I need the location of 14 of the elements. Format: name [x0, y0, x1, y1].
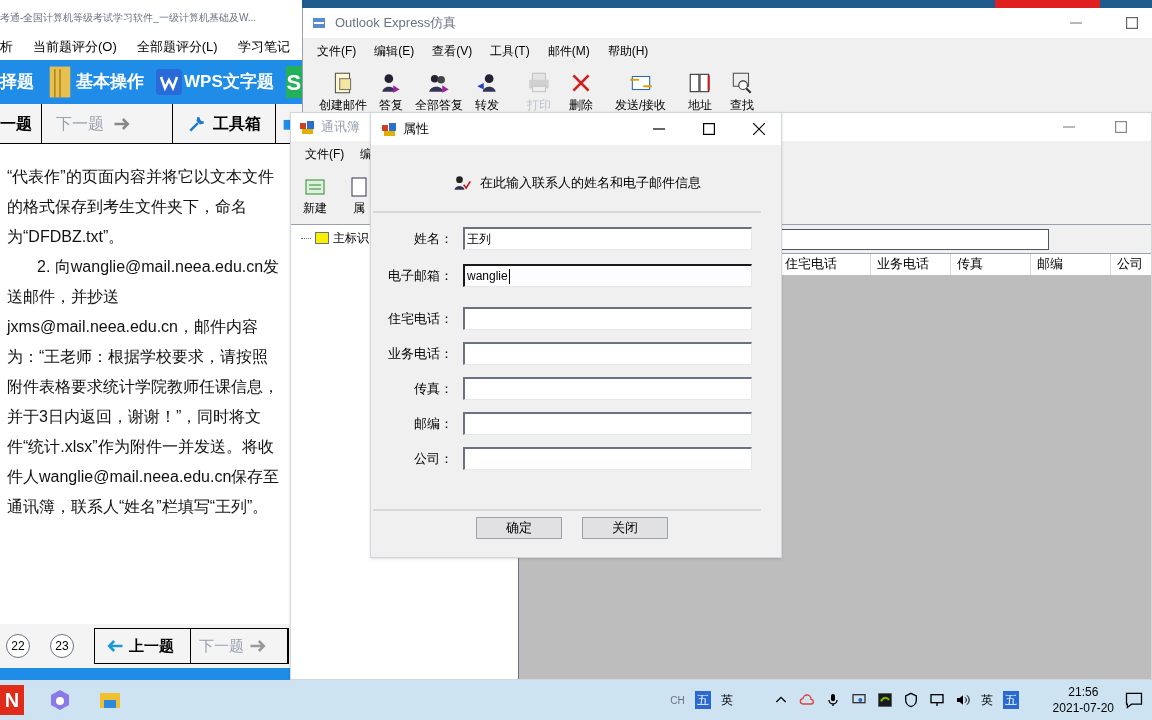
field-label: 公司：: [413, 449, 454, 468]
field-label: 住宅电话：: [387, 309, 454, 328]
field-label: 邮编：: [413, 414, 454, 433]
question-text: 2. 向wanglie@mail.neea.edu.cn发送邮件，并抄送jxms@mail.neea.edu.cn，邮件内容为：“王老师：根据学校要求，请按照附件表格要求统计学院教师任课信息，并于3日内返回，谢谢！”，同时将文件“统计.xlsx”作为附件一并发送。将收件人wanglie@mail.neea.edu.cn保存至通讯簿，联系人“姓名”栏填写“王列”。: [7, 257, 281, 517]
field-label: 传真：: [413, 379, 454, 398]
window-title: 考通-全国计算机等级考试学习软件_一级计算机基础及W...: [0, 10, 257, 25]
field-label: 电子邮箱：: [387, 266, 454, 285]
field-label: 业务电话：: [387, 344, 454, 363]
window-title: 通讯簿: [321, 118, 360, 137]
dialog-title: 属性: [403, 120, 430, 139]
field-label: 姓名：: [413, 229, 454, 248]
dialog-header: 在此输入联系人的姓名和电子邮件信息: [479, 174, 701, 193]
question-text: “代表作”的页面内容并将它以文本文件的格式保存到考生文件夹下，命名为“DFDBZ.txt”。: [7, 167, 275, 247]
window-title: Outlook Express仿真: [335, 14, 458, 33]
